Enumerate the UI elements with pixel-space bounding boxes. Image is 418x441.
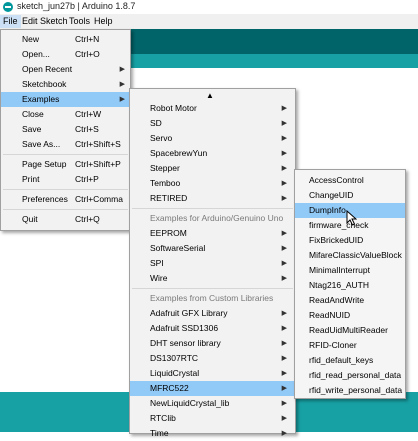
file-menu-preferences[interactable]: Preferences Ctrl+Comma (1, 192, 130, 207)
examples-item-wire[interactable]: Wire ▶ (130, 271, 295, 286)
mfrc-item-rfid-write-personal-data[interactable]: rfid_write_personal_data (295, 383, 405, 398)
mfrc-item-readuidmultireader[interactable]: ReadUidMultiReader (295, 323, 405, 338)
menu-separator (3, 189, 128, 190)
menu-separator (3, 154, 128, 155)
chevron-right-icon: ▶ (281, 165, 287, 172)
examples-item-robot-motor[interactable]: Robot Motor ▶ (130, 101, 295, 116)
examples-item-newliquidcrystal[interactable]: NewLiquidCrystal_lib ▶ (130, 396, 295, 411)
examples-item-sd[interactable]: SD ▶ (130, 116, 295, 131)
chevron-right-icon: ▶ (281, 135, 287, 142)
examples-item-dht-sensor[interactable]: DHT sensor library ▶ (130, 336, 295, 351)
mfrc-item-rfid-default-keys[interactable]: rfid_default_keys (295, 353, 405, 368)
mfrc-item-ntag216-auth[interactable]: Ntag216_AUTH (295, 278, 405, 293)
mfrc-item-rfid-read-personal-data[interactable]: rfid_read_personal_data (295, 368, 405, 383)
file-menu-print[interactable]: Print Ctrl+P (1, 172, 130, 187)
examples-menu: ▲ Robot Motor ▶ SD ▶ Servo ▶ SpacebrewYun ▶ … (129, 88, 296, 438)
mfrc522-menu: AccessControl ChangeUID DumpInfo firmwar… (294, 169, 406, 399)
chevron-right-icon: ▶ (281, 195, 287, 202)
menu-separator (132, 288, 293, 289)
chevron-right-icon: ▶ (281, 385, 287, 392)
menu-tools[interactable]: Tools (66, 15, 93, 28)
chevron-right-icon: ▶ (281, 180, 287, 187)
chevron-right-icon: ▶ (281, 245, 287, 252)
mfrc-item-readandwrite[interactable]: ReadAndWrite (295, 293, 405, 308)
file-menu-quit[interactable]: Quit Ctrl+Q (1, 212, 130, 227)
mfrc-item-readnuid[interactable]: ReadNUID (295, 308, 405, 323)
chevron-right-icon: ▶ (281, 430, 287, 437)
file-menu-open[interactable]: Open... Ctrl+O (1, 47, 130, 62)
examples-item-servo[interactable]: Servo ▶ (130, 131, 295, 146)
examples-item-adafruit-ssd1306[interactable]: Adafruit SSD1306 ▶ (130, 321, 295, 336)
mfrc-item-fixbrickeduid[interactable]: FixBrickedUID (295, 233, 405, 248)
chevron-right-icon: ▶ (281, 260, 287, 267)
chevron-right-icon: ▶ (119, 96, 125, 103)
chevron-right-icon: ▶ (281, 120, 287, 127)
chevron-right-icon: ▶ (281, 355, 287, 362)
mouse-pointer-icon (346, 210, 357, 226)
examples-item-time[interactable]: Time ▶ (130, 426, 295, 441)
chevron-right-icon: ▶ (281, 400, 287, 407)
chevron-right-icon: ▶ (119, 81, 125, 88)
mfrc-item-changeuid[interactable]: ChangeUID (295, 188, 405, 203)
examples-item-ds1307rtc[interactable]: DS1307RTC ▶ (130, 351, 295, 366)
file-menu: New Ctrl+N Open... Ctrl+O Open Recent ▶ Ske… (0, 29, 131, 231)
mfrc-item-mifareclassicvalueblock[interactable]: MifareClassicValueBlock (295, 248, 405, 263)
file-menu-open-recent[interactable]: Open Recent ▶ (1, 62, 130, 77)
chevron-right-icon: ▶ (281, 230, 287, 237)
chevron-right-icon: ▶ (281, 275, 287, 282)
file-menu-sketchbook[interactable]: Sketchbook ▶ (1, 77, 130, 92)
examples-header-uno: Examples for Arduino/Genuino Uno (150, 213, 284, 223)
file-menu-page-setup[interactable]: Page Setup Ctrl+Shift+P (1, 157, 130, 172)
menu-bar: File Edit Sketch Tools Help (0, 14, 418, 29)
window-title: sketch_jun27b | Arduino 1.8.7 (17, 1, 136, 11)
mfrc-item-accesscontrol[interactable]: AccessControl (295, 173, 405, 188)
file-menu-save[interactable]: Save Ctrl+S (1, 122, 130, 137)
chevron-right-icon: ▶ (281, 340, 287, 347)
examples-item-retired[interactable]: RETIRED ▶ (130, 191, 295, 206)
examples-item-spacebrewyun[interactable]: SpacebrewYun ▶ (130, 146, 295, 161)
menu-help[interactable]: Help (91, 15, 116, 28)
examples-header-custom-libraries: Examples from Custom Libraries (150, 293, 274, 303)
examples-item-eeprom[interactable]: EEPROM ▶ (130, 226, 295, 241)
scroll-up-arrow-icon[interactable]: ▲ (206, 91, 214, 100)
examples-item-softwareserial[interactable]: SoftwareSerial ▶ (130, 241, 295, 256)
file-menu-save-as[interactable]: Save As... Ctrl+Shift+S (1, 137, 130, 152)
examples-item-spi[interactable]: SPI ▶ (130, 256, 295, 271)
chevron-right-icon: ▶ (119, 66, 125, 73)
examples-item-stepper[interactable]: Stepper ▶ (130, 161, 295, 176)
file-menu-close[interactable]: Close Ctrl+W (1, 107, 130, 122)
examples-item-rtclib[interactable]: RTClib ▶ (130, 411, 295, 426)
examples-item-mfrc522[interactable]: MFRC522 ▶ (130, 381, 295, 396)
examples-item-temboo[interactable]: Temboo ▶ (130, 176, 295, 191)
menu-separator (3, 209, 128, 210)
mfrc-item-rfid-cloner[interactable]: RFID-Cloner (295, 338, 405, 353)
chevron-right-icon: ▶ (281, 415, 287, 422)
chevron-right-icon: ▶ (281, 325, 287, 332)
menu-separator (132, 208, 293, 209)
arduino-logo-icon (3, 2, 13, 12)
mfrc-item-minimalinterrupt[interactable]: MinimalInterrupt (295, 263, 405, 278)
file-menu-examples[interactable]: Examples ▶ (1, 92, 130, 107)
menu-file[interactable]: File (0, 15, 21, 28)
title-bar: sketch_jun27b | Arduino 1.8.7 (0, 0, 418, 14)
chevron-right-icon: ▶ (281, 370, 287, 377)
examples-item-adafruit-gfx[interactable]: Adafruit GFX Library ▶ (130, 306, 295, 321)
file-menu-new[interactable]: New Ctrl+N (1, 32, 130, 47)
chevron-right-icon: ▶ (281, 310, 287, 317)
chevron-right-icon: ▶ (281, 150, 287, 157)
examples-item-liquidcrystal[interactable]: LiquidCrystal ▶ (130, 366, 295, 381)
chevron-right-icon: ▶ (281, 105, 287, 112)
